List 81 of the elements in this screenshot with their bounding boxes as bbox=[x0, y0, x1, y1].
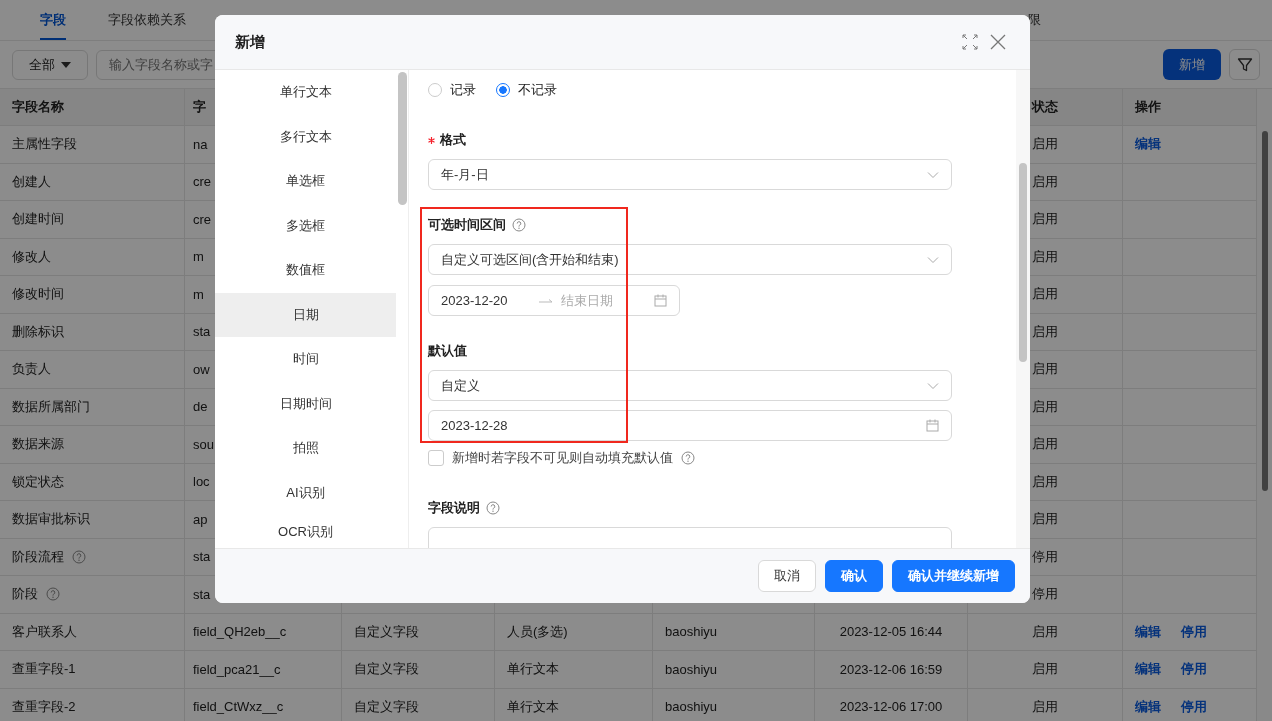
chevron-down-icon bbox=[927, 381, 939, 390]
table-cell: 自定义字段 bbox=[342, 688, 495, 721]
table-cell: 2023-12-05 16:44 bbox=[815, 613, 968, 650]
table-cell: 2023-12-06 17:00 bbox=[815, 688, 968, 721]
table-cell: 查重字段-2 bbox=[0, 688, 185, 721]
column-header: 字段名称 bbox=[0, 89, 185, 125]
tab[interactable]: 字段 bbox=[40, 0, 66, 40]
date-input[interactable]: 2023-12-28 bbox=[441, 418, 926, 433]
confirm-button[interactable]: 确认 bbox=[825, 560, 883, 592]
checkbox[interactable] bbox=[428, 450, 444, 466]
table-cell: 自定义字段 bbox=[342, 613, 495, 650]
table-cell: baoshiyu bbox=[653, 613, 815, 650]
tab[interactable]: 字段依赖关系 bbox=[108, 0, 186, 40]
action-link[interactable]: 停用 bbox=[1181, 660, 1207, 679]
table-cell: 数据审批标识 bbox=[0, 501, 185, 538]
close-icon bbox=[990, 34, 1006, 50]
table-cell: 自定义字段 bbox=[342, 651, 495, 688]
table-cell: baoshiyu bbox=[653, 688, 815, 721]
select-field[interactable]: 年-月-日 bbox=[428, 159, 952, 190]
table-cell: field_CtWxz__c bbox=[185, 688, 342, 721]
table-cell: 单行文本 bbox=[495, 688, 653, 721]
filter-dropdown[interactable]: 全部 bbox=[12, 49, 88, 80]
date-range-field[interactable]: 2023-12-20 结束日期 bbox=[428, 285, 680, 316]
add-button[interactable]: 新增 bbox=[1163, 49, 1221, 80]
calendar-icon bbox=[654, 294, 667, 307]
dialog-title: 新增 bbox=[235, 32, 266, 52]
table-cell: 人员(多选) bbox=[495, 613, 653, 650]
action-link[interactable]: 停用 bbox=[1181, 697, 1207, 716]
radio-label[interactable]: 记录 bbox=[450, 81, 476, 99]
table-cell: 锁定状态 bbox=[0, 463, 185, 500]
table-cell: 修改时间 bbox=[0, 276, 185, 313]
table-cell: 启用 bbox=[968, 651, 1123, 688]
select-field[interactable]: 自定义 bbox=[428, 370, 952, 401]
scrollbar-thumb[interactable] bbox=[398, 72, 407, 205]
table-cell: 启用 bbox=[968, 613, 1123, 650]
action-link[interactable]: 编辑 bbox=[1135, 135, 1161, 154]
expand-icon bbox=[962, 34, 978, 50]
end-date-input[interactable]: 结束日期 bbox=[561, 293, 651, 308]
scrollbar-thumb[interactable] bbox=[1262, 131, 1268, 491]
confirm-button[interactable]: 确认并继续新增 bbox=[892, 560, 1015, 592]
action-link[interactable]: 编辑 bbox=[1135, 660, 1161, 679]
field-label: 字段说明 bbox=[428, 499, 480, 517]
calendar-icon bbox=[926, 419, 939, 432]
table-cell: 客户联系人 bbox=[0, 613, 185, 650]
table-cell: 创建人 bbox=[0, 163, 185, 200]
table-cell: field_QH2eb__c bbox=[185, 613, 342, 650]
radio-button[interactable] bbox=[496, 83, 510, 97]
cancel-button[interactable]: 取消 bbox=[758, 560, 816, 592]
table-cell: 单行文本 bbox=[495, 651, 653, 688]
action-link[interactable]: 编辑 bbox=[1135, 622, 1161, 641]
table-cell: 删除标识 bbox=[0, 313, 185, 350]
chevron-down-icon bbox=[927, 170, 939, 179]
filter-button[interactable] bbox=[1229, 49, 1260, 80]
table-cell: 2023-12-06 16:59 bbox=[815, 651, 968, 688]
action-link[interactable]: 编辑 bbox=[1135, 697, 1161, 716]
table-cell: 主属性字段 bbox=[0, 126, 185, 163]
table-cell: baoshiyu bbox=[653, 651, 815, 688]
table-cell: 数据所属部门 bbox=[0, 388, 185, 425]
table-cell: 阶段流程 bbox=[12, 547, 64, 566]
select-field[interactable]: 自定义可选区间(含开始和结束) bbox=[428, 244, 952, 275]
checkbox-label[interactable]: 新增时若字段不可见则自动填充默认值 bbox=[452, 449, 673, 467]
table-cell: 查重字段-1 bbox=[0, 651, 185, 688]
table-cell: 创建时间 bbox=[0, 201, 185, 238]
table-cell: 阶段 bbox=[12, 585, 38, 604]
table-cell: 数据来源 bbox=[0, 426, 185, 463]
radio-label[interactable]: 不记录 bbox=[518, 81, 557, 99]
table-cell: 修改人 bbox=[0, 238, 185, 275]
table-cell: 启用 bbox=[968, 688, 1123, 721]
table-cell: 负责人 bbox=[0, 351, 185, 388]
date-field[interactable]: 2023-12-28 bbox=[428, 410, 952, 441]
field-label: 可选时间区间 bbox=[428, 216, 506, 234]
scrollbar-thumb[interactable] bbox=[1019, 163, 1027, 362]
caret-down-icon bbox=[61, 61, 71, 68]
field-label: 格式 bbox=[440, 131, 466, 149]
table-cell: field_pca21__c bbox=[185, 651, 342, 688]
field-label: 默认值 bbox=[428, 342, 467, 360]
action-link[interactable]: 停用 bbox=[1181, 622, 1207, 641]
chevron-down-icon bbox=[927, 255, 939, 264]
start-date-input[interactable]: 2023-12-20 bbox=[441, 293, 531, 308]
field-type-item[interactable]: 日期 bbox=[215, 292, 396, 337]
filter-icon bbox=[1236, 56, 1253, 73]
